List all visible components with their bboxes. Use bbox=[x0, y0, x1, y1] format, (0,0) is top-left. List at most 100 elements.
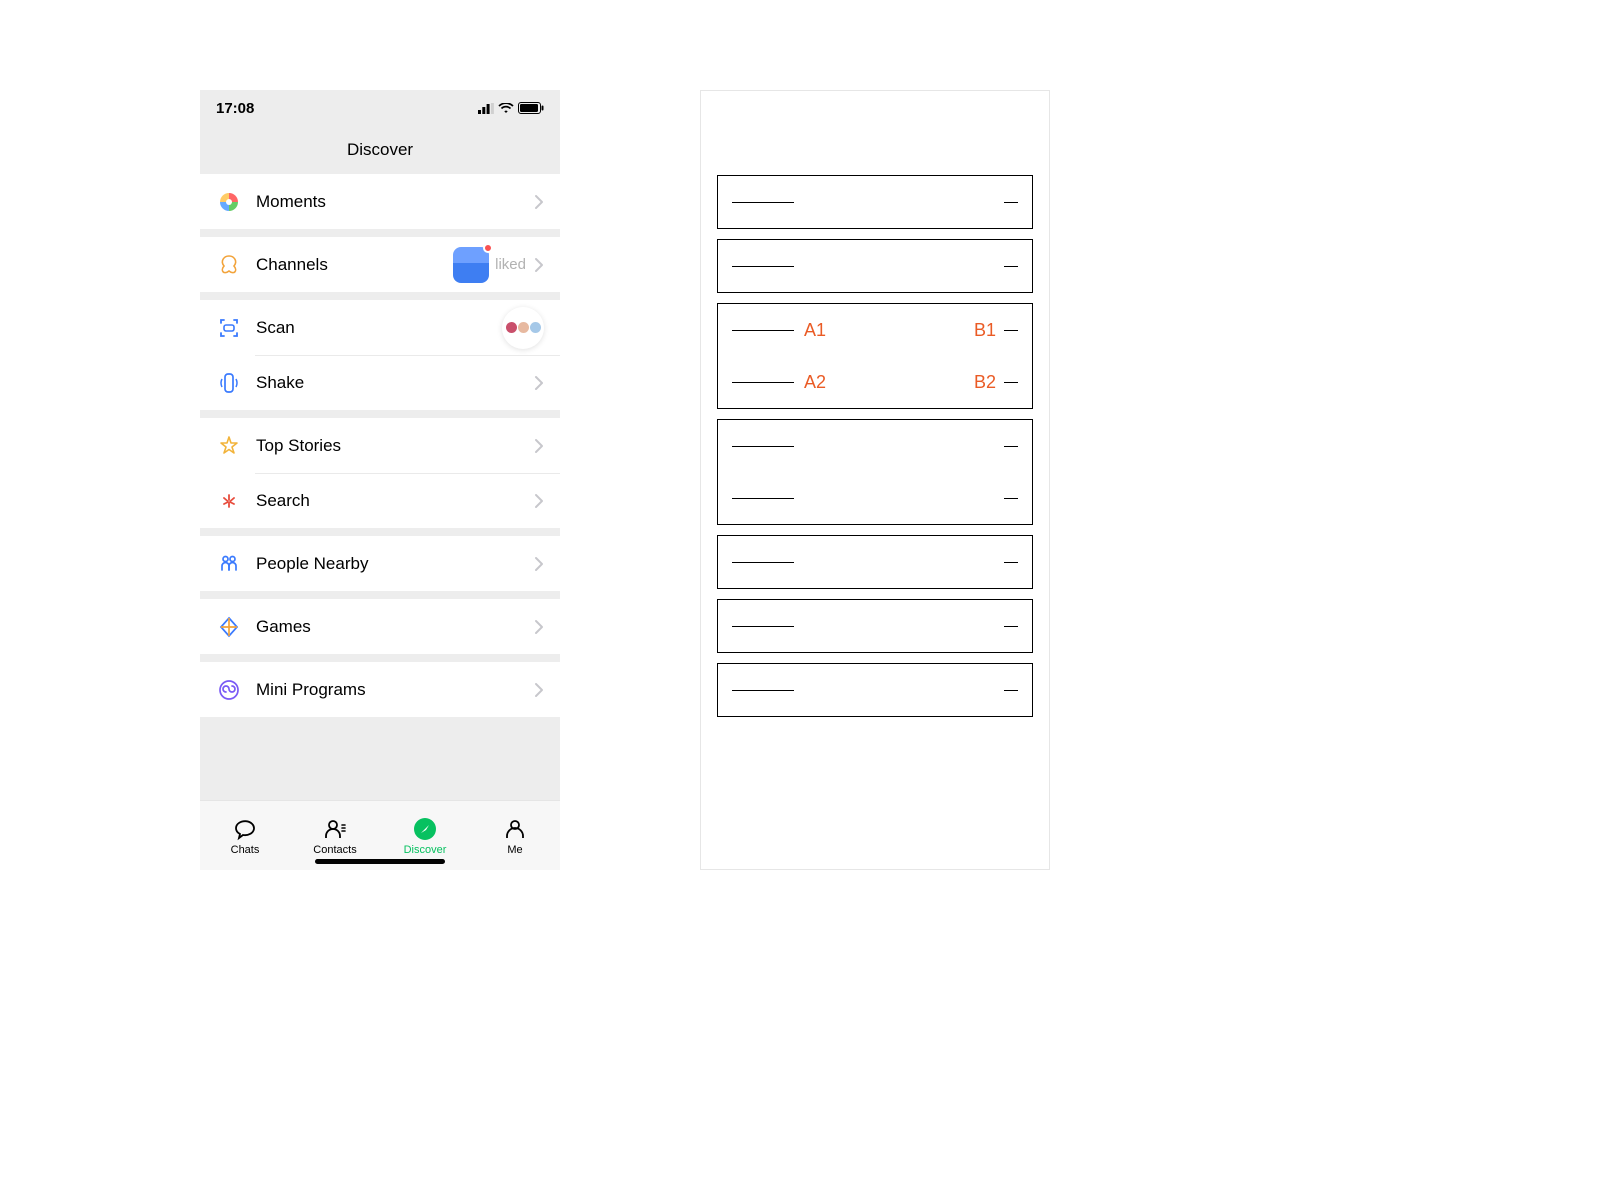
chats-tab-icon bbox=[232, 816, 258, 842]
wire-label-line bbox=[732, 562, 794, 563]
wire-row bbox=[718, 664, 1032, 716]
cell-games[interactable]: Games bbox=[200, 599, 560, 654]
phone-frame: 17:08 bbox=[200, 90, 560, 870]
chevron-right-icon bbox=[534, 375, 544, 391]
chevron-right-icon bbox=[534, 194, 544, 210]
chevron-right-icon bbox=[534, 257, 544, 273]
home-indicator bbox=[315, 859, 445, 864]
list-group: Scan Shake bbox=[200, 300, 560, 410]
mini-programs-icon bbox=[216, 677, 242, 703]
tab-label: Discover bbox=[404, 844, 447, 856]
people-nearby-icon bbox=[216, 551, 242, 577]
wifi-icon bbox=[498, 103, 514, 114]
status-icons bbox=[478, 102, 544, 114]
cell-moments[interactable]: Moments bbox=[200, 174, 560, 229]
discover-tab-icon bbox=[412, 816, 438, 842]
list-group: Moments bbox=[200, 174, 560, 229]
wire-label-line bbox=[732, 266, 794, 267]
cell-label: Shake bbox=[256, 373, 526, 393]
wire-group bbox=[717, 535, 1033, 589]
chevron-right-icon bbox=[534, 493, 544, 509]
chevron-right-icon bbox=[534, 682, 544, 698]
list-group: Mini Programs bbox=[200, 662, 560, 717]
cell-label: Moments bbox=[256, 192, 526, 212]
wire-label-line bbox=[732, 446, 794, 447]
list-filler bbox=[200, 725, 560, 795]
wire-chevron-line bbox=[1004, 690, 1018, 691]
wire-chevron-line bbox=[1004, 382, 1018, 383]
cell-topstories[interactable]: Top Stories bbox=[200, 418, 560, 473]
chevron-right-icon bbox=[534, 438, 544, 454]
wire-annotation-a: A2 bbox=[804, 372, 826, 393]
cell-label: Mini Programs bbox=[256, 680, 526, 700]
wire-group bbox=[717, 239, 1033, 293]
list-group: Top Stories Search bbox=[200, 418, 560, 528]
wire-group bbox=[717, 419, 1033, 525]
wire-chevron-line bbox=[1004, 202, 1018, 203]
cell-people-nearby[interactable]: People Nearby bbox=[200, 536, 560, 591]
wire-label-line bbox=[732, 202, 794, 203]
cell-scan[interactable]: Scan bbox=[200, 300, 560, 355]
wire-label-line bbox=[732, 498, 794, 499]
wire-row bbox=[718, 536, 1032, 588]
cell-label: Scan bbox=[256, 318, 502, 338]
wire-chevron-line bbox=[1004, 626, 1018, 627]
tab-label: Me bbox=[507, 844, 522, 856]
battery-icon bbox=[518, 102, 544, 114]
wire-label-line bbox=[732, 690, 794, 691]
topstories-icon bbox=[216, 433, 242, 459]
wire-annotation-b: B2 bbox=[974, 372, 996, 393]
wire-chevron-line bbox=[1004, 330, 1018, 331]
list-group: Games bbox=[200, 599, 560, 654]
page-title: Discover bbox=[200, 126, 560, 174]
wire-annotation-b: B1 bbox=[974, 320, 996, 341]
wire-annotation-a: A1 bbox=[804, 320, 826, 341]
cell-shake[interactable]: Shake bbox=[200, 355, 560, 410]
channels-icon bbox=[216, 252, 242, 278]
channels-thumbnail bbox=[453, 247, 489, 283]
scan-avatars-bubble bbox=[502, 307, 544, 349]
cell-mini-programs[interactable]: Mini Programs bbox=[200, 662, 560, 717]
cellular-icon bbox=[478, 103, 494, 114]
status-bar: 17:08 bbox=[200, 90, 560, 126]
tab-label: Contacts bbox=[313, 844, 356, 856]
wire-chevron-line bbox=[1004, 562, 1018, 563]
status-time: 17:08 bbox=[216, 100, 254, 117]
wire-row bbox=[718, 600, 1032, 652]
me-tab-icon bbox=[502, 816, 528, 842]
notification-dot-icon bbox=[483, 243, 493, 253]
wire-chevron-line bbox=[1004, 498, 1018, 499]
tab-label: Chats bbox=[231, 844, 260, 856]
wire-row bbox=[718, 420, 1032, 472]
wire-label-line bbox=[732, 382, 794, 383]
list-group: People Nearby bbox=[200, 536, 560, 591]
wire-group bbox=[717, 599, 1033, 653]
cell-label: Search bbox=[256, 491, 526, 511]
wire-group bbox=[717, 175, 1033, 229]
wire-row bbox=[718, 240, 1032, 292]
chevron-right-icon bbox=[534, 556, 544, 572]
tab-me[interactable]: Me bbox=[470, 801, 560, 870]
games-icon bbox=[216, 614, 242, 640]
cell-label: Top Stories bbox=[256, 436, 526, 456]
wire-row: A2 B2 bbox=[718, 356, 1032, 408]
cell-label: Channels bbox=[256, 255, 453, 275]
moments-icon bbox=[216, 189, 242, 215]
wire-group bbox=[717, 663, 1033, 717]
tab-chats[interactable]: Chats bbox=[200, 801, 290, 870]
contacts-tab-icon bbox=[322, 816, 348, 842]
cell-label: Games bbox=[256, 617, 526, 637]
wire-chevron-line bbox=[1004, 446, 1018, 447]
cell-search[interactable]: Search bbox=[200, 473, 560, 528]
wire-row: A1 B1 bbox=[718, 304, 1032, 356]
shake-icon bbox=[216, 370, 242, 396]
wire-chevron-line bbox=[1004, 266, 1018, 267]
channels-extra-text: liked bbox=[495, 256, 526, 273]
wire-row bbox=[718, 472, 1032, 524]
list-group: Channels liked bbox=[200, 237, 560, 292]
wire-group: A1 B1 A2 B2 bbox=[717, 303, 1033, 409]
wireframe-panel: A1 B1 A2 B2 bbox=[700, 90, 1050, 870]
chevron-right-icon bbox=[534, 619, 544, 635]
cell-channels[interactable]: Channels liked bbox=[200, 237, 560, 292]
scan-icon bbox=[216, 315, 242, 341]
